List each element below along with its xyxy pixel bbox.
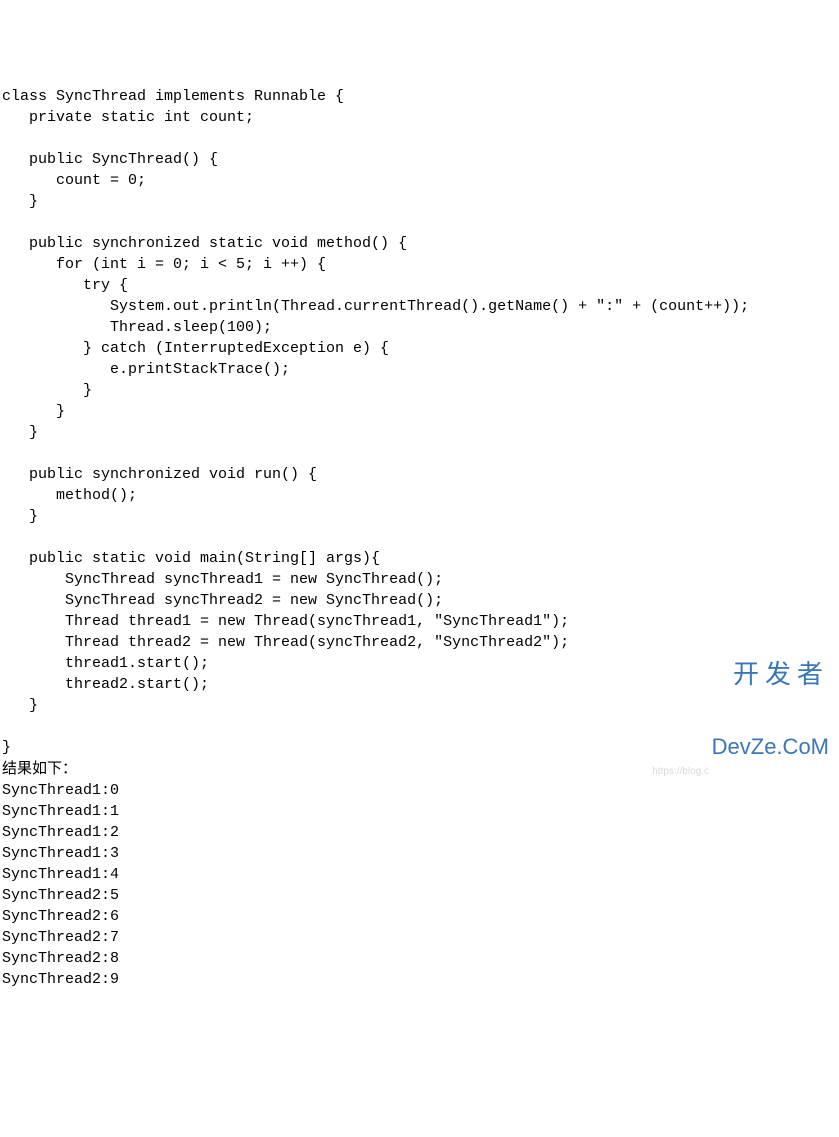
code-line: } [2, 508, 38, 525]
code-line: SyncThread syncThread2 = new SyncThread(… [2, 592, 443, 609]
code-line: System.out.println(Thread.currentThread(… [2, 298, 749, 315]
code-line: } catch (InterruptedException e) { [2, 340, 389, 357]
code-line: SyncThread syncThread1 = new SyncThread(… [2, 571, 443, 588]
output-line: SyncThread1:4 [2, 866, 119, 883]
result-label: 结果如下： [2, 760, 77, 777]
code-block: class SyncThread implements Runnable { p… [2, 86, 837, 990]
code-line: } [2, 424, 38, 441]
code-line: Thread thread2 = new Thread(syncThread2,… [2, 634, 569, 651]
output-line: SyncThread1:1 [2, 803, 119, 820]
code-line: } [2, 403, 65, 420]
code-line: for (int i = 0; i < 5; i ++) { [2, 256, 326, 273]
code-line: public SyncThread() { [2, 151, 218, 168]
output-line: SyncThread2:6 [2, 908, 119, 925]
code-line: public synchronized static void method()… [2, 235, 407, 252]
output-line: SyncThread2:7 [2, 929, 119, 946]
code-line: method(); [2, 487, 137, 504]
code-line: thread2.start(); [2, 676, 209, 693]
code-line: class SyncThread implements Runnable { [2, 88, 344, 105]
code-line: Thread thread1 = new Thread(syncThread1,… [2, 613, 569, 630]
output-line: SyncThread1:0 [2, 782, 119, 799]
code-line: count = 0; [2, 172, 146, 189]
code-line: Thread.sleep(100); [2, 319, 272, 336]
code-line: public static void main(String[] args){ [2, 550, 380, 567]
code-line: try { [2, 277, 128, 294]
code-line: private static int count; [2, 109, 254, 126]
code-line: public synchronized void run() { [2, 466, 317, 483]
output-line: SyncThread2:5 [2, 887, 119, 904]
output-line: SyncThread1:3 [2, 845, 119, 862]
output-line: SyncThread1:2 [2, 824, 119, 841]
code-line: e.printStackTrace(); [2, 361, 290, 378]
code-line: } [2, 193, 38, 210]
output-line: SyncThread2:9 [2, 971, 119, 988]
code-line: } [2, 739, 11, 756]
output-line: SyncThread2:8 [2, 950, 119, 967]
code-line: } [2, 697, 38, 714]
code-line: thread1.start(); [2, 655, 209, 672]
code-line: } [2, 382, 92, 399]
